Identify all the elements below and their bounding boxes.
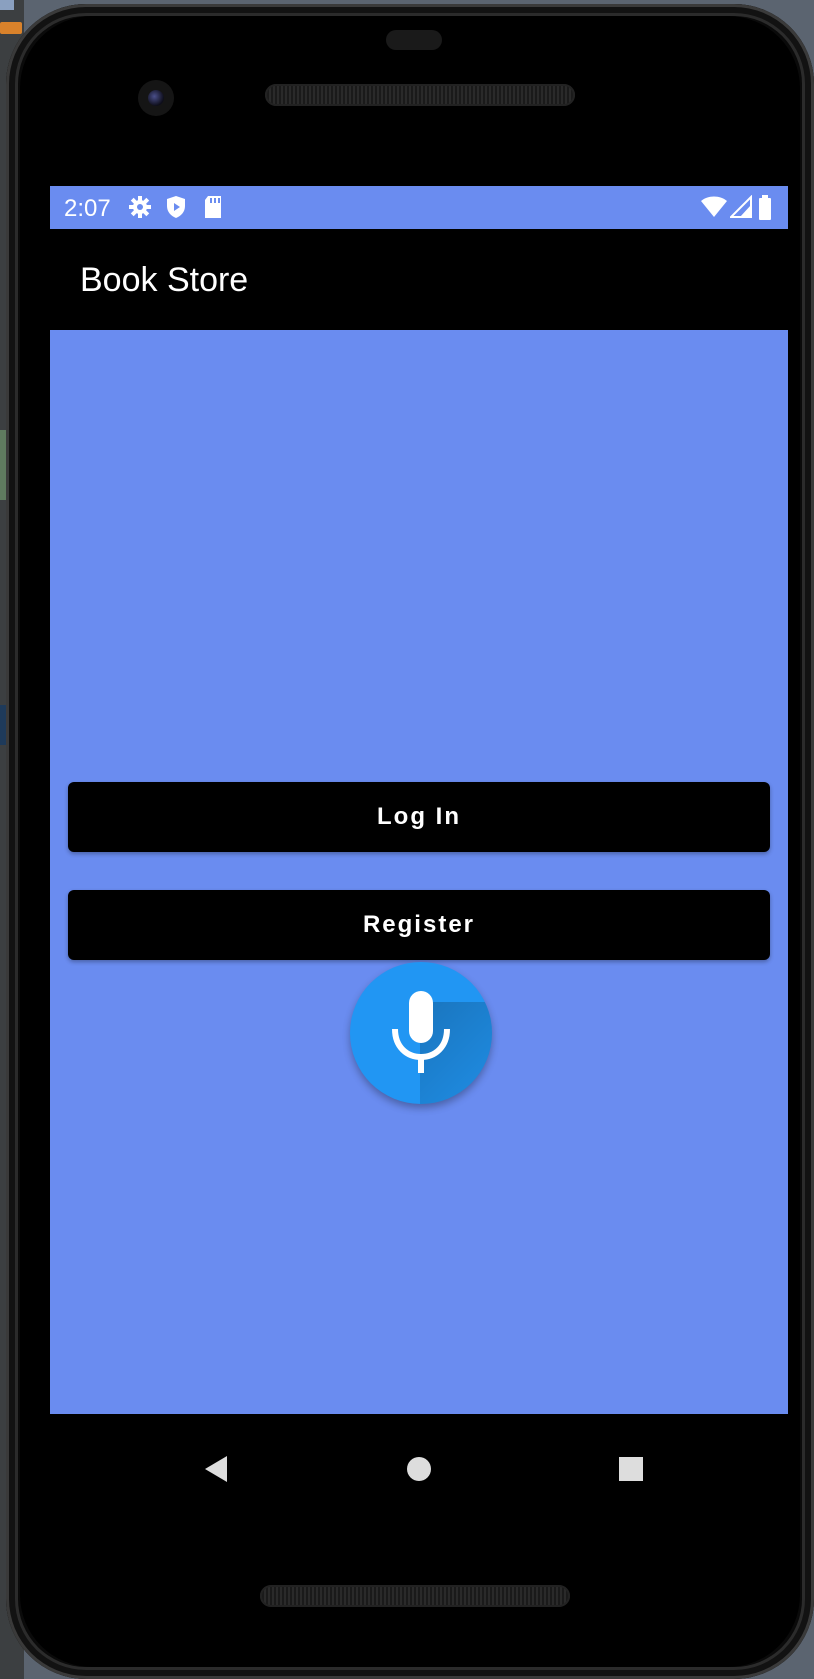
status-time: 2:07 bbox=[64, 195, 111, 222]
voice-input-button[interactable] bbox=[350, 962, 492, 1104]
signal-icon bbox=[728, 194, 752, 224]
back-icon bbox=[205, 1456, 227, 1482]
ide-marker bbox=[0, 22, 22, 34]
recents-button[interactable] bbox=[606, 1444, 656, 1494]
bottom-speaker bbox=[260, 1585, 570, 1607]
navigation-bar bbox=[50, 1414, 788, 1524]
status-bar: 2:07 bbox=[50, 186, 788, 229]
shield-icon bbox=[164, 195, 188, 224]
register-button[interactable]: Register bbox=[68, 890, 770, 960]
top-speaker bbox=[265, 84, 575, 106]
home-icon bbox=[407, 1457, 431, 1481]
home-button[interactable] bbox=[394, 1444, 444, 1494]
back-button[interactable] bbox=[190, 1444, 240, 1494]
log-in-button[interactable]: Log In bbox=[68, 782, 770, 852]
microphone-icon bbox=[392, 991, 450, 1073]
main-content: Log In Register bbox=[50, 330, 788, 1414]
sd-card-icon bbox=[202, 195, 224, 224]
battery-icon bbox=[758, 195, 772, 226]
device-screen: 2:07 Book Store Log In Register bbox=[50, 186, 788, 1414]
settings-icon bbox=[128, 195, 152, 224]
app-bar: Book Store bbox=[50, 229, 788, 330]
device-notch bbox=[386, 30, 442, 50]
wifi-icon bbox=[700, 195, 728, 224]
recents-icon bbox=[619, 1457, 643, 1481]
front-camera bbox=[138, 80, 174, 116]
ide-marker bbox=[0, 0, 14, 10]
app-title: Book Store bbox=[80, 261, 249, 299]
